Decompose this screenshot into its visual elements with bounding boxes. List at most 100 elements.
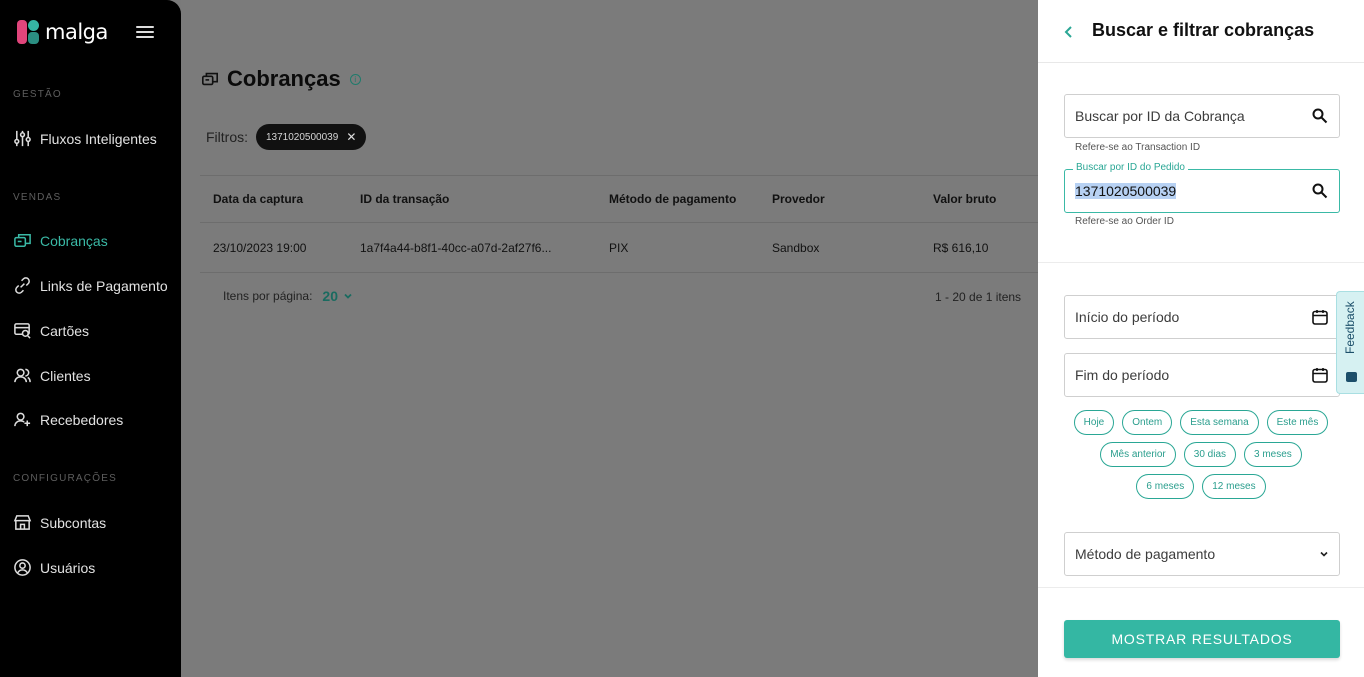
column-header[interactable]: Método de pagamento	[609, 176, 736, 222]
search-icon[interactable]	[1311, 182, 1329, 200]
menu-toggle-icon[interactable]	[136, 26, 154, 40]
calendar-icon[interactable]	[1311, 308, 1329, 326]
quick-range-this-month[interactable]: Este mês	[1266, 410, 1329, 435]
sidebar: malga GESTÃO Fluxos Inteligentes VENDAS …	[0, 0, 181, 677]
sidebar-item-subcontas[interactable]: Subcontas	[13, 513, 106, 532]
feedback-icon	[1346, 372, 1357, 382]
card-search-icon	[14, 323, 31, 339]
page-title-text: Cobranças	[227, 66, 341, 91]
users-icon	[14, 368, 31, 383]
items-per-page-value: 20	[322, 288, 338, 304]
filter-chip[interactable]: 1371020500039 ✕	[256, 124, 367, 150]
divider	[1038, 587, 1364, 588]
link-icon	[15, 277, 30, 294]
info-icon[interactable]: i	[349, 73, 361, 85]
logo-text: malga	[45, 20, 108, 44]
section-label-gestao: GESTÃO	[13, 89, 62, 100]
column-header[interactable]: Data da captura	[213, 176, 303, 222]
malga-logo-icon	[17, 20, 39, 44]
user-plus-icon	[14, 412, 31, 427]
section-label-config: CONFIGURAÇÕES	[13, 473, 117, 484]
sidebar-item-label: Clientes	[40, 367, 91, 384]
order-id-search-input[interactable]: Buscar por ID do Pedido 1371020500039	[1064, 162, 1340, 213]
order-id-hint: Refere-se ao Order ID	[1075, 216, 1174, 227]
feedback-tab[interactable]: Feedback	[1336, 291, 1364, 394]
user-circle-icon	[14, 559, 31, 576]
column-header[interactable]: Provedor	[772, 176, 825, 222]
table-cell: Sandbox	[772, 240, 820, 255]
filters-label: Filtros:	[206, 129, 248, 145]
quick-range-yesterday[interactable]: Ontem	[1122, 410, 1173, 435]
table-header: Data da captura ID da transação Método d…	[200, 175, 1038, 222]
quick-range-this-week[interactable]: Esta semana	[1180, 410, 1259, 435]
sidebar-item-label: Fluxos Inteligentes	[40, 130, 157, 147]
quick-range-last-month[interactable]: Mês anterior	[1100, 442, 1176, 467]
sidebar-item-links[interactable]: Links de Pagamento	[13, 276, 168, 295]
items-per-page: Itens por página: 20	[223, 288, 354, 304]
logo[interactable]: malga	[17, 20, 108, 44]
filter-panel: Buscar e filtrar cobranças Buscar por ID…	[1038, 0, 1364, 677]
feedback-label: Feedback	[1343, 301, 1357, 354]
period-end-placeholder: Fim do período	[1075, 367, 1170, 383]
sidebar-item-clientes[interactable]: Clientes	[13, 366, 91, 385]
charge-id-search-input[interactable]: Buscar por ID da Cobrança	[1064, 94, 1340, 138]
pagination-range: 1 - 20 de 1 itens	[935, 290, 1022, 304]
table-cell: 1a7f4a44-b8f1-40cc-a07d-2af27f6...	[360, 240, 552, 255]
payment-method-placeholder: Método de pagamento	[1075, 546, 1216, 562]
sidebar-item-label: Cobranças	[40, 232, 108, 249]
quick-range-30-days[interactable]: 30 dias	[1183, 442, 1237, 467]
sidebar-item-label: Links de Pagamento	[40, 277, 168, 294]
sidebar-item-cobrancas[interactable]: Cobranças	[13, 231, 108, 250]
filter-chip-label: 1371020500039	[266, 131, 339, 143]
search-icon[interactable]	[1311, 107, 1329, 125]
items-per-page-select[interactable]: 20	[322, 288, 354, 304]
quick-range-row: Hoje Ontem Esta semana Este mês	[1038, 410, 1364, 435]
payment-method-select[interactable]: Método de pagamento	[1064, 532, 1340, 576]
charges-icon	[14, 234, 31, 247]
quick-range-3-months[interactable]: 3 meses	[1244, 442, 1302, 467]
active-filters: Filtros: 1371020500039 ✕	[206, 124, 367, 150]
order-id-value: 1371020500039	[1075, 183, 1177, 199]
panel-title: Buscar e filtrar cobranças	[1092, 20, 1315, 40]
quick-range-row: Mês anterior 30 dias 3 meses	[1038, 442, 1364, 467]
charges-table: Data da captura ID da transação Método d…	[200, 175, 1038, 273]
chevron-down-icon	[344, 293, 352, 299]
main-content: Cobranças i Filtros: 1371020500039 ✕ Dat…	[181, 0, 1038, 677]
items-per-page-label: Itens por página:	[223, 289, 313, 303]
sidebar-item-cartoes[interactable]: Cartões	[13, 321, 89, 340]
sidebar-item-label: Cartões	[40, 322, 90, 339]
quick-range-today[interactable]: Hoje	[1073, 410, 1115, 435]
divider	[1038, 262, 1364, 263]
quick-range-row: 6 meses 12 meses	[1038, 474, 1364, 499]
charge-id-placeholder: Buscar por ID da Cobrança	[1075, 108, 1245, 124]
sidebar-item-recebedores[interactable]: Recebedores	[13, 410, 123, 429]
order-id-label: Buscar por ID do Pedido	[1073, 162, 1188, 173]
section-label-vendas: VENDAS	[13, 192, 62, 203]
period-end-input[interactable]: Fim do período	[1064, 353, 1340, 397]
table-cell: 23/10/2023 19:00	[213, 240, 307, 255]
chevron-left-icon[interactable]	[1062, 22, 1076, 42]
sidebar-item-label: Usuários	[40, 559, 96, 576]
chevron-down-icon	[1320, 551, 1328, 557]
sidebar-item-label: Subcontas	[40, 514, 107, 531]
sidebar-item-fluxos[interactable]: Fluxos Inteligentes	[13, 129, 157, 148]
quick-range-6-months[interactable]: 6 meses	[1136, 474, 1195, 499]
page-title: Cobranças i	[201, 66, 361, 92]
period-start-placeholder: Início do período	[1075, 309, 1180, 325]
sidebar-item-usuarios[interactable]: Usuários	[13, 558, 95, 577]
period-start-input[interactable]: Início do período	[1064, 295, 1340, 339]
table-cell: R$ 616,10	[933, 240, 989, 255]
calendar-icon[interactable]	[1311, 366, 1329, 384]
table-row[interactable]: 23/10/2023 19:00 1a7f4a44-b8f1-40cc-a07d…	[200, 222, 1038, 273]
quick-range-12-months[interactable]: 12 meses	[1202, 474, 1266, 499]
sidebar-item-label: Recebedores	[40, 411, 124, 428]
sliders-icon	[14, 130, 31, 147]
charge-id-hint: Refere-se ao Transaction ID	[1075, 142, 1201, 153]
store-icon	[13, 515, 32, 530]
column-header[interactable]: ID da transação	[360, 176, 449, 222]
show-results-button[interactable]: MOSTRAR RESULTADOS	[1064, 620, 1340, 658]
column-header[interactable]: Valor bruto	[933, 176, 996, 222]
close-icon[interactable]: ✕	[346, 130, 356, 144]
charges-icon	[201, 72, 219, 86]
table-cell: PIX	[609, 240, 629, 255]
